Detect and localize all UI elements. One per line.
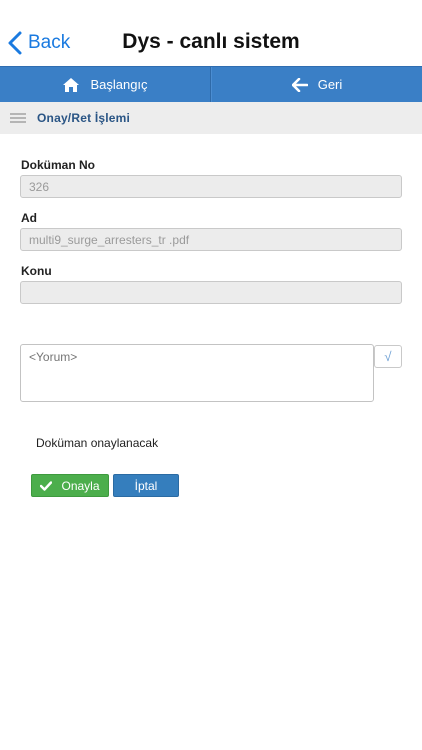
section-title: Onay/Ret İşlemi — [37, 111, 131, 125]
home-icon — [63, 77, 80, 92]
toolbar-back-label: Geri — [317, 77, 343, 92]
document-no-label: Doküman No — [21, 158, 96, 172]
hamburger-icon[interactable] — [10, 111, 26, 125]
subject-field[interactable] — [20, 281, 402, 304]
name-field[interactable] — [20, 228, 402, 251]
arrow-left-icon — [291, 77, 308, 92]
toolbar-back-button[interactable]: Geri — [211, 67, 422, 102]
sqrt-button[interactable]: √ — [374, 345, 402, 368]
approve-button-label: Onayla — [61, 478, 100, 493]
name-label: Ad — [21, 211, 37, 225]
page-title: Dys - canlı sistem — [0, 30, 422, 54]
checkmark-icon — [40, 480, 53, 491]
status-message: Doküman onaylanacak — [36, 436, 159, 450]
section-header: Onay/Ret İşlemi — [0, 102, 422, 134]
comment-input[interactable] — [20, 344, 374, 402]
approve-button[interactable]: Onayla — [31, 474, 109, 497]
cancel-button[interactable]: İptal — [113, 474, 179, 497]
page-title-text: Dys - canlı sistem — [122, 30, 300, 53]
navigation-bar: Back Dys - canlı sistem — [0, 0, 422, 66]
toolbar: Başlangıç Geri — [0, 66, 422, 102]
subject-label: Konu — [21, 264, 52, 278]
home-button[interactable]: Başlangıç — [0, 67, 211, 102]
document-no-field[interactable] — [20, 175, 402, 198]
home-button-label: Başlangıç — [90, 77, 148, 92]
cancel-button-label: İptal — [134, 478, 158, 493]
